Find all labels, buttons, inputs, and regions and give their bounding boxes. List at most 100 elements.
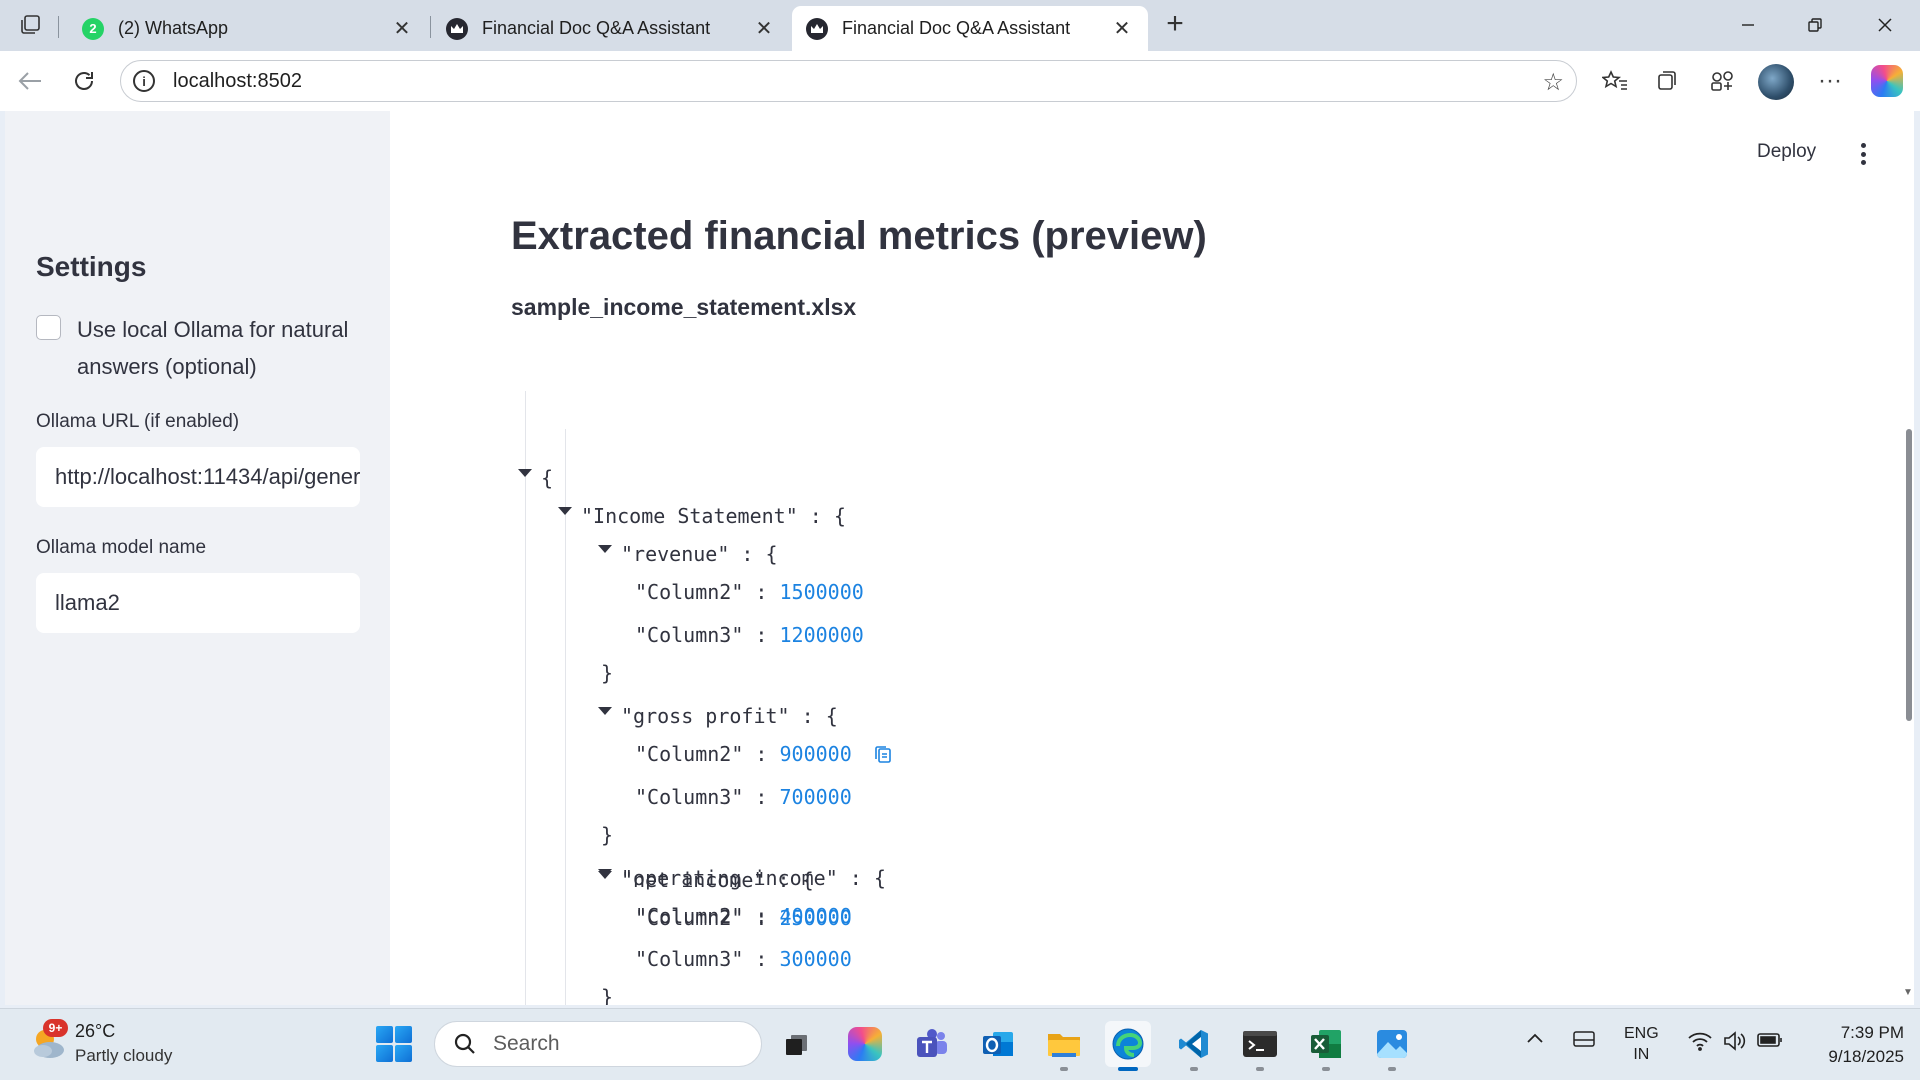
json-value[interactable]: 900000 xyxy=(780,742,852,766)
tab-whatsapp[interactable]: 2 (2) WhatsApp ✕ xyxy=(68,6,428,51)
vscode-icon[interactable] xyxy=(1171,1021,1217,1071)
main-menu-icon[interactable] xyxy=(1853,141,1873,167)
weather-description[interactable]: Partly cloudy xyxy=(75,1046,172,1066)
site-info-icon[interactable]: i xyxy=(133,70,155,92)
system-clock[interactable]: 7:39 PM 9/18/2025 xyxy=(1788,1021,1904,1069)
json-key-line: "Income Statement" : { xyxy=(581,504,846,528)
running-indicator xyxy=(1322,1067,1330,1071)
close-tab-icon[interactable]: ✕ xyxy=(752,17,776,41)
show-hidden-icons-chevron-icon[interactable] xyxy=(1526,1031,1544,1050)
address-bar[interactable]: i localhost:8502 ☆ xyxy=(120,60,1577,102)
weather-alert-badge: 9+ xyxy=(43,1019,68,1037)
url-text: localhost:8502 xyxy=(173,69,302,92)
json-collapse-caret[interactable] xyxy=(598,545,612,553)
json-key: "Column3" xyxy=(635,785,744,809)
running-indicator xyxy=(1388,1067,1396,1071)
use-ollama-checkbox-row[interactable]: Use local Ollama for natural answers (op… xyxy=(36,311,366,385)
json-key: "Column2" xyxy=(635,580,744,604)
minimize-icon[interactable] xyxy=(1721,6,1775,44)
copy-value-icon[interactable] xyxy=(874,744,892,764)
json-collapse-caret[interactable] xyxy=(598,707,612,715)
outlook-icon[interactable] xyxy=(975,1021,1021,1067)
photos-icon[interactable] xyxy=(1369,1021,1415,1071)
whatsapp-badge: 2 xyxy=(89,21,97,36)
back-arrow-icon[interactable] xyxy=(12,63,48,99)
tab-actions-icon[interactable] xyxy=(14,11,46,39)
restore-icon[interactable] xyxy=(1788,6,1842,44)
json-value[interactable]: 700000 xyxy=(780,785,852,809)
running-indicator xyxy=(1256,1067,1264,1071)
search-icon xyxy=(451,1030,479,1058)
ollama-url-input[interactable]: http://localhost:11434/api/generate xyxy=(36,447,360,507)
browser-toolbar: i localhost:8502 ☆ ··· xyxy=(0,51,1920,111)
ollama-model-input[interactable]: llama2 xyxy=(36,573,360,633)
json-collapse-caret[interactable] xyxy=(598,871,612,879)
weather-temperature[interactable]: 26°C xyxy=(75,1021,115,1042)
json-collapse-caret[interactable] xyxy=(558,507,572,515)
favorites-icon[interactable] xyxy=(1597,63,1633,99)
json-value[interactable]: 1200000 xyxy=(780,623,864,647)
copilot-taskbar-icon[interactable] xyxy=(842,1021,888,1067)
battery-icon[interactable] xyxy=(1756,1031,1784,1054)
json-brace: } xyxy=(601,823,614,847)
json-brace: } xyxy=(601,985,614,1005)
task-view-icon[interactable] xyxy=(774,1021,820,1067)
tab-separator xyxy=(430,16,431,38)
close-tab-icon[interactable]: ✕ xyxy=(390,17,414,41)
terminal-icon[interactable] xyxy=(1237,1021,1283,1071)
page-scrollbar-thumb[interactable] xyxy=(1906,429,1912,721)
json-row: "Column3" : 1200000 xyxy=(635,623,864,647)
wifi-icon[interactable] xyxy=(1687,1031,1713,1056)
json-value[interactable]: 1500000 xyxy=(780,580,864,604)
json-key-line: "net income" : { xyxy=(621,868,814,892)
new-tab-button[interactable]: + xyxy=(1160,9,1190,40)
refresh-icon[interactable] xyxy=(66,63,102,99)
excel-icon[interactable] xyxy=(1303,1021,1349,1071)
collections-icon[interactable] xyxy=(1649,63,1685,99)
extensions-icon[interactable] xyxy=(1704,63,1740,99)
clock-time: 7:39 PM xyxy=(1840,1023,1904,1042)
close-window-icon[interactable] xyxy=(1858,6,1912,44)
json-key: "net income" xyxy=(621,868,766,892)
deploy-button[interactable]: Deploy xyxy=(1757,141,1816,163)
ollama-url-label: Ollama URL (if enabled) xyxy=(36,411,240,432)
windows-start-icon[interactable] xyxy=(376,1026,412,1062)
more-options-icon[interactable]: ··· xyxy=(1812,63,1848,99)
input-language[interactable]: ENG IN xyxy=(1624,1023,1659,1065)
windows-taskbar: 9+ 26°C Partly cloudy Search ENG IN 7:39… xyxy=(0,1008,1920,1080)
file-name-heading: sample_income_statement.xlsx xyxy=(511,294,857,320)
tab-financial-doc-1[interactable]: Financial Doc Q&A Assistant ✕ xyxy=(432,6,790,51)
browser-tab-bar: 2 (2) WhatsApp ✕ Financial Doc Q&A Assis… xyxy=(0,0,1920,51)
streamlit-crown-icon xyxy=(446,17,468,40)
file-explorer-icon[interactable] xyxy=(1041,1021,1087,1071)
use-ollama-checkbox-label[interactable]: Use local Ollama for natural answers (op… xyxy=(77,311,366,385)
close-tab-icon[interactable]: ✕ xyxy=(1110,17,1134,41)
tab-title: Financial Doc Q&A Assistant xyxy=(842,18,1071,38)
copilot-icon[interactable] xyxy=(1871,65,1903,97)
json-key-line: "gross profit" : { xyxy=(621,704,838,728)
profile-avatar[interactable] xyxy=(1758,64,1794,100)
streamlit-crown-icon xyxy=(806,17,828,40)
use-ollama-checkbox[interactable] xyxy=(36,315,61,340)
json-key-line: "revenue" : { xyxy=(621,542,778,566)
volume-icon[interactable] xyxy=(1722,1030,1748,1057)
tab-financial-doc-active[interactable]: Financial Doc Q&A Assistant ✕ xyxy=(792,6,1148,51)
json-value[interactable]: 250000 xyxy=(780,906,852,930)
edge-browser-icon[interactable] xyxy=(1105,1021,1151,1071)
taskbar-search[interactable]: Search xyxy=(434,1021,762,1067)
scroll-down-arrow-icon[interactable]: ▼ xyxy=(1903,987,1913,998)
json-key: "Column3" xyxy=(635,947,744,971)
json-collapse-caret[interactable] xyxy=(518,469,532,477)
favorite-star-icon[interactable]: ☆ xyxy=(1542,68,1564,97)
json-key: "Income Statement" xyxy=(581,504,798,528)
teams-icon[interactable] xyxy=(909,1021,955,1067)
json-row: "Column2" : 1500000 xyxy=(635,580,864,604)
json-row: "Column2" : 250000 xyxy=(635,906,852,930)
ollama-model-label: Ollama model name xyxy=(36,537,207,558)
touch-keyboard-icon[interactable] xyxy=(1572,1029,1596,1054)
json-value[interactable]: 300000 xyxy=(780,947,852,971)
json-row: "Column3" : 700000 xyxy=(635,785,852,809)
tab-title: Financial Doc Q&A Assistant xyxy=(482,18,711,38)
search-placeholder: Search xyxy=(493,1032,560,1055)
running-indicator xyxy=(1060,1067,1068,1071)
